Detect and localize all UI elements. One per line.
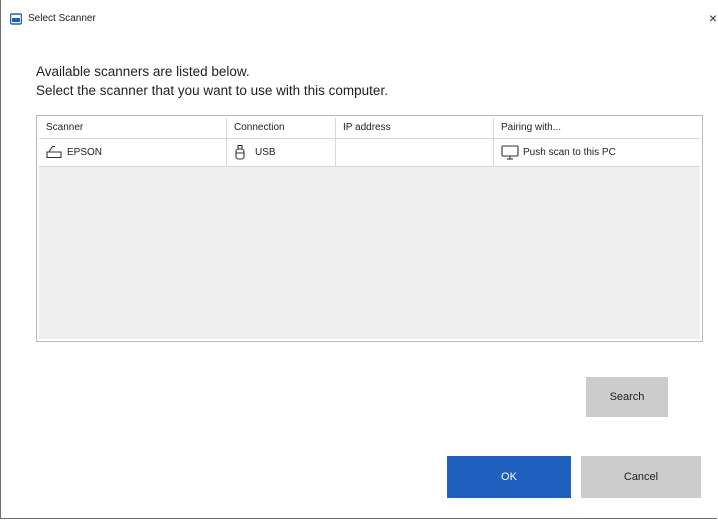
column-header-ip-address[interactable]: IP address — [336, 118, 494, 138]
monitor-icon — [501, 145, 519, 163]
table-header: Scanner Connection IP address Pairing wi… — [39, 118, 700, 139]
connection-type: USB — [255, 147, 276, 158]
title-bar: Select Scanner × — [1, 0, 717, 34]
scanner-name: EPSON — [67, 147, 103, 158]
column-header-scanner[interactable]: Scanner — [39, 118, 227, 138]
table-row[interactable]: EPSON USB Push scan to this PC — [39, 139, 700, 167]
ok-button[interactable]: OK — [447, 456, 571, 498]
pairing-value: Push scan to this PC — [523, 147, 616, 158]
cell-connection: USB — [227, 139, 336, 166]
instruction-line-2: Select the scanner that you want to use … — [36, 83, 388, 98]
column-header-pairing[interactable]: Pairing with... — [494, 118, 700, 138]
cell-ip-address — [336, 139, 494, 166]
instruction-line-1: Available scanners are listed below. — [36, 64, 250, 79]
cancel-button[interactable]: Cancel — [581, 456, 701, 498]
usb-icon — [234, 144, 246, 163]
search-button[interactable]: Search — [586, 377, 668, 417]
scanner-list-body: Scanner Connection IP address Pairing wi… — [39, 118, 700, 339]
cell-scanner: EPSON — [39, 139, 227, 166]
scanner-icon — [46, 145, 62, 162]
scanner-app-icon — [9, 12, 23, 25]
select-scanner-dialog: Select Scanner × Available scanners are … — [0, 0, 717, 519]
window-title: Select Scanner — [28, 13, 96, 24]
column-header-connection[interactable]: Connection — [227, 118, 336, 138]
scanner-list[interactable]: Scanner Connection IP address Pairing wi… — [36, 115, 703, 342]
cell-pairing: Push scan to this PC — [494, 139, 700, 166]
close-button[interactable]: × — [699, 8, 717, 28]
